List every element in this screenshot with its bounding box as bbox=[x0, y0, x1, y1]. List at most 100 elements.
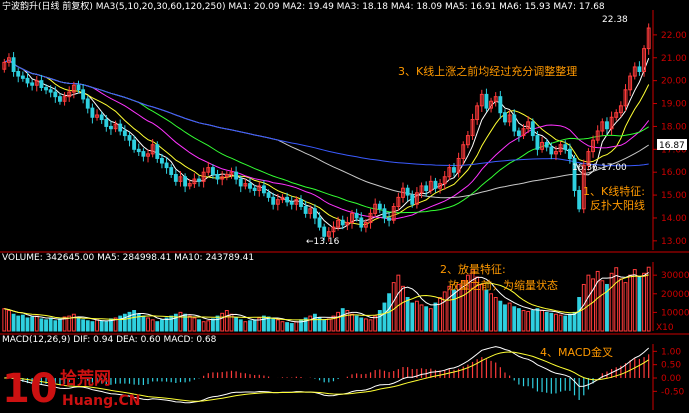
price-tick-label: 16.00 bbox=[661, 168, 687, 178]
volume-tick-label: 10000 bbox=[661, 308, 689, 318]
annotation-4: 4、MACD金叉 bbox=[540, 345, 613, 359]
price-tick-label: 13.00 bbox=[661, 237, 687, 247]
volume-bar bbox=[271, 318, 276, 332]
volume-bar bbox=[549, 312, 554, 332]
volume-bar bbox=[382, 302, 387, 332]
candle-body bbox=[303, 206, 308, 214]
candle-body bbox=[25, 77, 30, 84]
candle-body bbox=[173, 173, 178, 182]
candle-body bbox=[503, 112, 507, 123]
price-tick-label: 20.00 bbox=[661, 77, 687, 87]
candle-body bbox=[164, 162, 169, 169]
volume-bar bbox=[289, 323, 294, 332]
candle-body bbox=[141, 151, 146, 157]
candle-body bbox=[183, 176, 188, 187]
volume-bar bbox=[238, 319, 243, 332]
volume-bar bbox=[85, 320, 90, 332]
volume-bar bbox=[433, 302, 438, 332]
candle-body bbox=[382, 208, 387, 219]
volume-bar bbox=[234, 317, 239, 332]
volume-bar bbox=[285, 322, 290, 332]
volume-bar bbox=[637, 276, 642, 332]
volume-bar bbox=[544, 311, 549, 332]
stock-chart: 13.0014.0015.0016.0017.0018.0019.0020.00… bbox=[0, 0, 689, 413]
candle-body bbox=[16, 71, 21, 77]
volume-bar bbox=[30, 316, 35, 332]
candle-body bbox=[76, 84, 81, 91]
candle-body bbox=[535, 135, 540, 150]
price-tick-label: 22.00 bbox=[661, 31, 687, 41]
candle-body bbox=[354, 212, 359, 219]
volume-bar bbox=[11, 313, 16, 332]
watermark-url: Huang.CN bbox=[62, 393, 140, 409]
macd-header: MACD(12,26,9) DIF: 0.94 DEA: 0.60 MACD: … bbox=[2, 335, 217, 345]
candle-body bbox=[48, 89, 53, 93]
candle-body bbox=[289, 201, 294, 205]
volume-tick-label: 20000 bbox=[661, 290, 689, 300]
volume-bar bbox=[90, 321, 95, 332]
price-tag: 16.87 bbox=[659, 141, 685, 151]
volume-bar bbox=[516, 308, 521, 332]
candle-body bbox=[122, 130, 127, 137]
volume-bar bbox=[530, 310, 535, 332]
candle-body bbox=[127, 135, 132, 141]
candle-body bbox=[159, 157, 164, 164]
volume-bar bbox=[377, 310, 382, 332]
candle-body bbox=[39, 80, 44, 89]
candle-body bbox=[248, 183, 252, 189]
candle-body bbox=[359, 217, 364, 228]
candle-body bbox=[136, 148, 141, 153]
volume-bar bbox=[197, 319, 201, 332]
candle-body bbox=[637, 66, 642, 73]
volume-bar bbox=[155, 321, 160, 332]
candle-body bbox=[567, 148, 572, 159]
candle-body bbox=[452, 167, 456, 173]
volume-bar bbox=[132, 310, 137, 332]
candle-body bbox=[405, 187, 410, 196]
candle-body bbox=[169, 167, 174, 175]
volume-bar bbox=[405, 297, 410, 332]
annotation-3: 3、K线上涨之前均经过充分调整整理 bbox=[398, 64, 577, 78]
volume-bar bbox=[572, 311, 577, 332]
candle-body bbox=[317, 217, 322, 228]
annotation-1-line2: 反扑大阳线 bbox=[590, 198, 645, 212]
volume-bar bbox=[512, 306, 517, 332]
volume-bar bbox=[266, 316, 271, 332]
candle-body bbox=[104, 119, 109, 127]
volume-bar bbox=[503, 304, 507, 332]
volume-bar bbox=[354, 315, 359, 332]
price-tick-label: 14.00 bbox=[661, 214, 687, 224]
macd-tick-label: -0.50 bbox=[661, 387, 685, 397]
volume-bar bbox=[25, 317, 30, 332]
candle-body bbox=[44, 87, 48, 91]
candle-body bbox=[544, 141, 549, 148]
candle-body bbox=[90, 107, 95, 118]
candle-body bbox=[261, 185, 266, 194]
volume-bar bbox=[122, 313, 127, 332]
range-label: 16.36-17.00 bbox=[572, 163, 627, 173]
volume-header: VOLUME: 342645.00 MA5: 284998.41 MA10: 2… bbox=[2, 253, 254, 263]
candle-body bbox=[516, 130, 521, 137]
volume-bar bbox=[169, 315, 174, 332]
candle-body bbox=[605, 121, 609, 130]
volume-bar bbox=[58, 318, 62, 332]
volume-bar bbox=[410, 302, 415, 332]
candle-body bbox=[210, 167, 215, 175]
volume-bar bbox=[498, 300, 503, 332]
candle-body bbox=[512, 114, 517, 132]
volume-bar bbox=[484, 289, 489, 332]
candle-body bbox=[85, 98, 90, 109]
candle-body bbox=[266, 192, 271, 198]
macd-tick-label: 1.00 bbox=[661, 347, 681, 357]
candle-body bbox=[58, 96, 62, 102]
candle-body bbox=[549, 146, 554, 155]
candle-body bbox=[410, 194, 415, 205]
candle-body bbox=[99, 114, 104, 121]
volume-bar bbox=[535, 308, 540, 332]
macd-tick-label: 0.50 bbox=[661, 361, 681, 371]
volume-tick-label: 30000 bbox=[661, 271, 689, 281]
candle-body bbox=[424, 185, 429, 192]
candle-body bbox=[271, 196, 276, 205]
candle-body bbox=[312, 208, 317, 219]
volume-bar bbox=[104, 321, 109, 332]
